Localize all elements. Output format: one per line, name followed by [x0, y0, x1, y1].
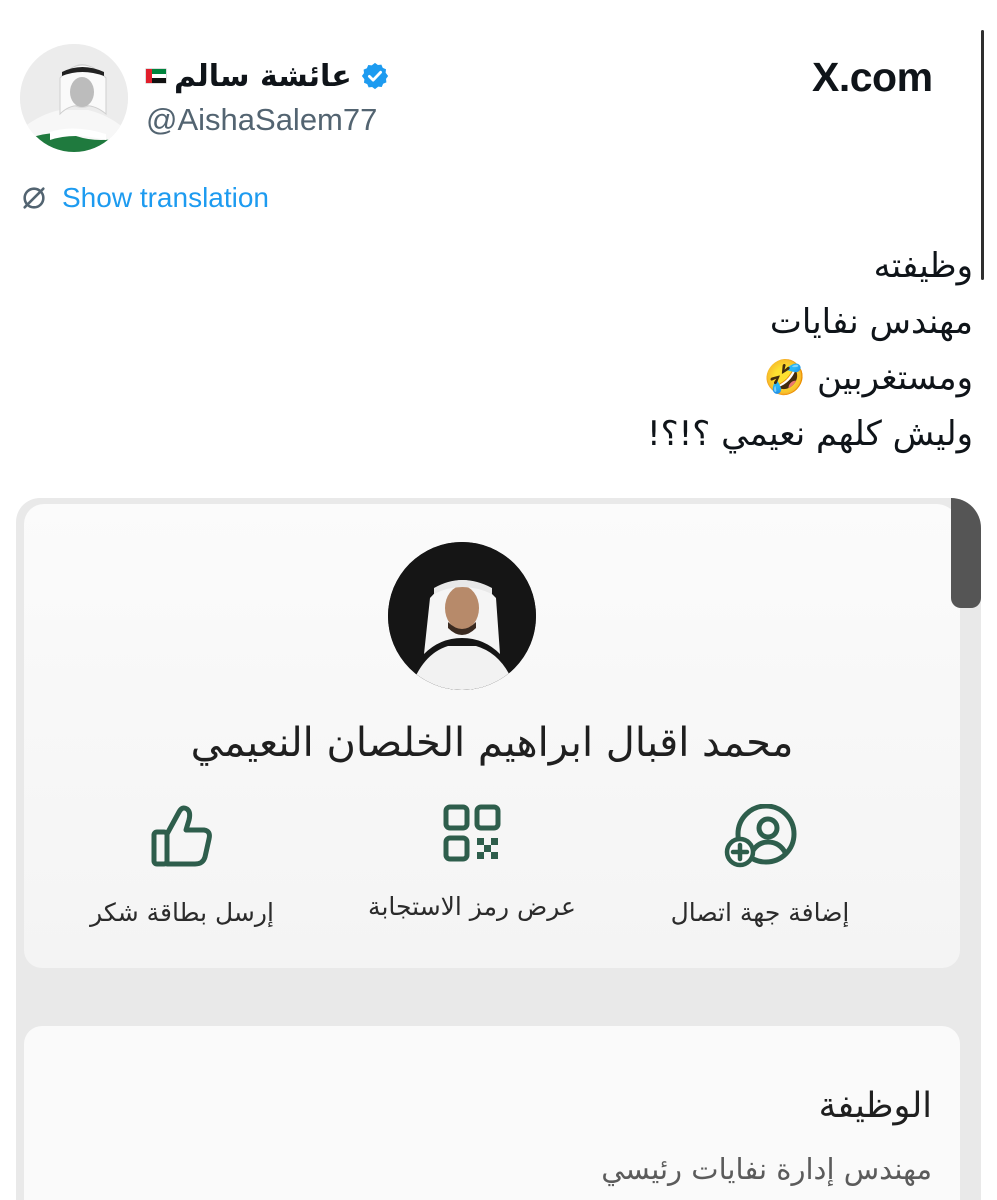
author-avatar[interactable] [20, 44, 128, 152]
show-qr-label: عرض رمز الاستجابة [368, 892, 576, 921]
show-qr-button[interactable]: عرض رمز الاستجابة [332, 804, 612, 921]
tweet-text: وظيفته مهندس نفايات ومستغربين 🤣 وليش كله… [647, 238, 973, 462]
edge-scrollbar [981, 30, 984, 280]
show-translation-link[interactable]: Show translation [20, 182, 269, 214]
verified-badge-icon [361, 62, 388, 90]
author-avatar-image [20, 44, 128, 152]
card-scroll-handle [951, 498, 981, 608]
show-translation-label: Show translation [62, 182, 270, 213]
tweet-line: وظيفته [873, 246, 973, 286]
author-info: عائشة سالم @AishaSalem77 [146, 54, 390, 138]
author-name-row: عائشة سالم [146, 54, 390, 98]
job-label: الوظيفة [818, 1086, 932, 1126]
person-photo-image [388, 542, 536, 690]
job-section: الوظيفة مهندس إدارة نفايات رئيسي [24, 1026, 960, 1200]
add-contact-icon [724, 804, 797, 868]
thumbs-up-icon [151, 805, 212, 867]
add-contact-label: إضافة جهة اتصال [670, 898, 850, 927]
author-handle[interactable]: @AishaSalem77 [146, 102, 390, 138]
tweet-line: مهندس نفايات [769, 302, 973, 342]
site-logo: X.com [812, 54, 933, 100]
tweet-media-image[interactable]: محمد اقبال ابراهيم الخلصان النعيمي إضافة… [16, 498, 981, 1200]
profile-card: محمد اقبال ابراهيم الخلصان النعيمي إضافة… [24, 504, 960, 968]
author-display-name[interactable]: عائشة سالم [174, 59, 352, 94]
qr-code-icon [443, 804, 501, 862]
person-photo [388, 542, 536, 690]
uae-flag-icon [146, 69, 166, 83]
person-name: محمد اقبال ابراهيم الخلصان النعيمي [190, 720, 794, 766]
tweet-line: وليش كلهم نعيمي ؟!؟! [646, 414, 973, 454]
send-thanks-button[interactable]: إرسل بطاقة شكر [42, 804, 322, 927]
tweet-line: ومستغربين 🤣 [763, 358, 973, 398]
send-thanks-label: إرسل بطاقة شكر [90, 898, 274, 927]
translate-icon [23, 187, 45, 209]
add-contact-button[interactable]: إضافة جهة اتصال [620, 804, 900, 927]
job-value: مهندس إدارة نفايات رئيسي [601, 1152, 932, 1186]
